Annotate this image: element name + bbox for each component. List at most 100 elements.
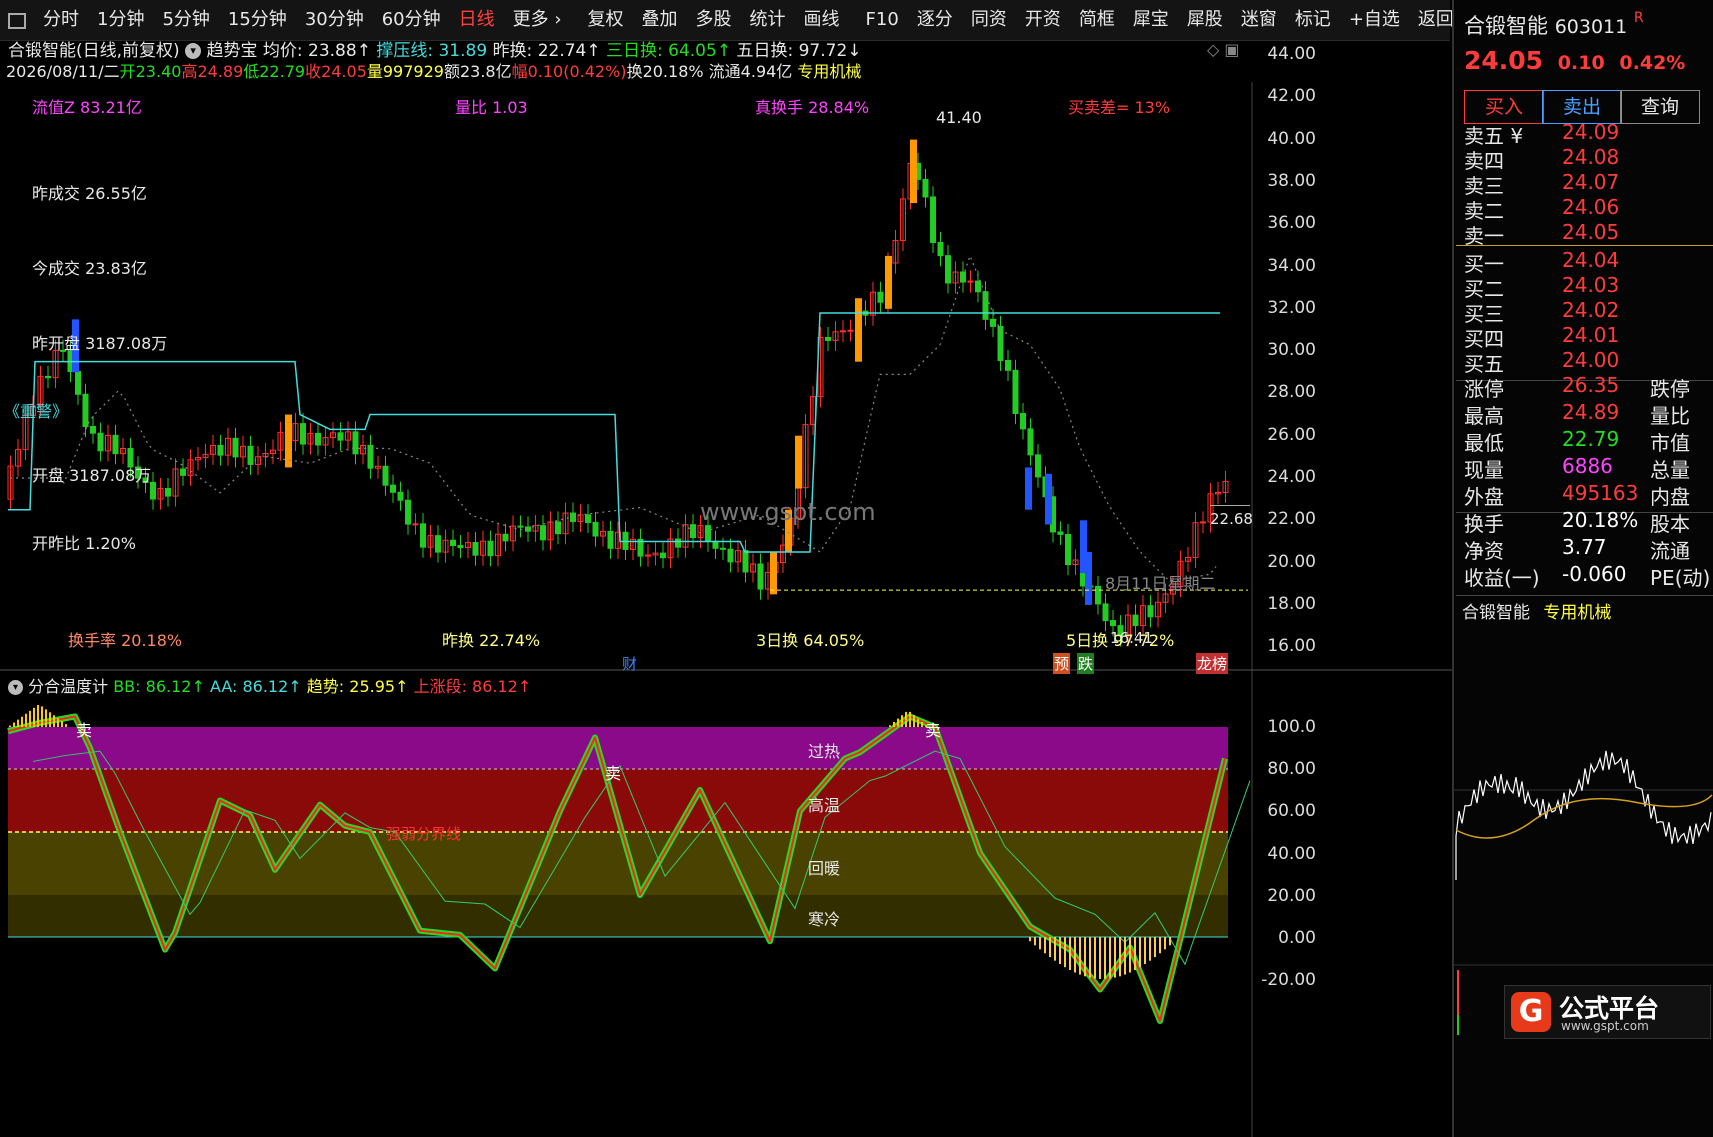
candle-body xyxy=(517,525,524,528)
signal-candle-orange xyxy=(285,414,292,468)
candle-body xyxy=(847,329,854,332)
high-price-marker: 41.40 xyxy=(936,108,982,127)
toolbar-item-21[interactable]: 标记 xyxy=(1286,0,1340,40)
bid-row[interactable]: 买五 24.00 xyxy=(1464,348,1709,376)
prev-volume-label: 昨成交 26.55亿 xyxy=(32,184,147,203)
low-price-marker: 16.41 xyxy=(1110,629,1153,647)
toolbar-item-2[interactable]: 5分钟 xyxy=(153,0,218,40)
toolbar-item-14[interactable]: 逐分 xyxy=(908,0,962,40)
ask-row[interactable]: 卖五 ¥24.09 xyxy=(1464,120,1709,148)
bar-turnover: 换20.18% xyxy=(626,62,704,81)
stat-row[interactable]: 涨停 26.35 跌停 xyxy=(1464,373,1709,401)
dragon-list-marker[interactable]: 龙榜 xyxy=(1196,653,1229,674)
candle-body xyxy=(1005,359,1011,371)
price-axis-label: 34.00 xyxy=(1267,255,1316,276)
toolbar-item-8[interactable]: 复权 xyxy=(579,0,633,40)
ask-row[interactable]: 卖四 24.08 xyxy=(1464,145,1709,173)
candle-body xyxy=(1057,531,1064,535)
stat2-row[interactable]: 收益(一) -0.060 PE(动) xyxy=(1464,562,1710,590)
candle-body xyxy=(382,465,389,486)
finance-marker[interactable]: 财 xyxy=(622,653,637,674)
candle-body xyxy=(232,437,239,458)
toolbar-item-3[interactable]: 15分钟 xyxy=(219,0,296,40)
date-marker: 8月11日星期二 xyxy=(1105,574,1216,593)
candle-body xyxy=(727,548,734,563)
query-button[interactable]: 查询 xyxy=(1620,90,1700,124)
candle-body xyxy=(712,540,719,549)
stat-row[interactable]: 外盘 495163 内盘 xyxy=(1464,481,1709,509)
bid-row[interactable]: 买一 24.04 xyxy=(1464,248,1709,276)
forecast-marker[interactable]: 预 xyxy=(1053,653,1071,674)
quote-price: 24.05 xyxy=(1464,46,1544,75)
toolbar-item-17[interactable]: 简框 xyxy=(1070,0,1124,40)
mini-price-line xyxy=(1455,750,1712,880)
toolbar-item-18[interactable]: 犀宝 xyxy=(1124,0,1178,40)
price-axis-label: 16.00 xyxy=(1267,636,1316,657)
candle-body xyxy=(840,330,846,333)
price-axis-label: 40.00 xyxy=(1267,128,1316,149)
sell-button[interactable]: 卖出 xyxy=(1542,90,1622,124)
toolbar-item-11[interactable]: 统计 xyxy=(741,0,795,40)
stat-row[interactable]: 现量 6886 总量 xyxy=(1464,454,1709,482)
toolbar-item-7[interactable]: 更多 › xyxy=(504,0,571,40)
row-label: 换手 xyxy=(1464,512,1504,536)
row-value: 20.18% xyxy=(1562,508,1639,532)
toolbar-item-9[interactable]: 叠加 xyxy=(633,0,687,40)
price-axis-label: 32.00 xyxy=(1267,297,1316,318)
candle-body xyxy=(660,552,666,559)
bid-row[interactable]: 买四 24.01 xyxy=(1464,323,1709,351)
bid-row[interactable]: 买三 24.02 xyxy=(1464,298,1709,326)
toolbar-item-22[interactable]: +自选 xyxy=(1340,0,1409,40)
real-turnover-label: 真换手 28.84% xyxy=(755,98,870,117)
today-volume-label: 今成交 23.83亿 xyxy=(32,259,147,278)
candle-body xyxy=(435,535,441,553)
candle-body xyxy=(165,488,171,497)
ask-row[interactable]: 卖一 24.05 xyxy=(1464,220,1709,248)
candle-body xyxy=(1020,413,1026,430)
toolbar-item-1[interactable]: 1分钟 xyxy=(88,0,153,40)
zone-cold xyxy=(8,895,1228,937)
candle-body xyxy=(45,375,51,379)
ask-row[interactable]: 卖二 24.06 xyxy=(1464,195,1709,223)
candle-body xyxy=(450,539,456,547)
mini-intraday-chart xyxy=(1454,750,1713,1035)
toolbar-menu-icon[interactable] xyxy=(0,0,34,40)
row-label: 最高 xyxy=(1464,404,1504,428)
bar-high: 高24.89 xyxy=(181,62,244,81)
drop-marker[interactable]: 跌 xyxy=(1077,653,1095,674)
row-value: 24.02 xyxy=(1562,298,1620,322)
candle-body xyxy=(75,370,81,395)
row-value: 24.00 xyxy=(1562,348,1620,372)
candle-body xyxy=(585,514,591,523)
ask-row[interactable]: 卖三 24.07 xyxy=(1464,170,1709,198)
bid-row[interactable]: 买二 24.03 xyxy=(1464,273,1709,301)
chart-option-icons[interactable]: ◇ ▣ xyxy=(1207,40,1240,59)
toolbar-item-5[interactable]: 60分钟 xyxy=(373,0,450,40)
toolbar-item-6[interactable]: 日线 xyxy=(450,0,504,40)
prev-open-label: 昨开盘 3187.08万 xyxy=(32,334,168,353)
candle-body xyxy=(705,525,711,542)
candle-body xyxy=(337,432,344,441)
toolbar-item-15[interactable]: 同资 xyxy=(962,0,1016,40)
toolbar-item-0[interactable]: 分时 xyxy=(34,0,88,40)
buy-button[interactable]: 买入 xyxy=(1464,90,1544,124)
toolbar-item-12[interactable]: 画线 xyxy=(795,0,849,40)
candle-body xyxy=(540,525,546,541)
collapse-icon[interactable]: ▾ xyxy=(185,43,202,59)
toolbar-item-16[interactable]: 开资 xyxy=(1016,0,1070,40)
stat-row[interactable]: 最高 24.89 量比 xyxy=(1464,400,1709,428)
indicator-collapse-icon[interactable]: ▾ xyxy=(8,680,23,695)
toolbar-item-4[interactable]: 30分钟 xyxy=(296,0,373,40)
toolbar-item-19[interactable]: 犀股 xyxy=(1178,0,1232,40)
row-label-2: 跌停 xyxy=(1650,377,1690,401)
stat2-row[interactable]: 换手 20.18% 股本 xyxy=(1464,508,1709,536)
stat2-row[interactable]: 净资 3.77 流通 xyxy=(1464,535,1709,563)
toolbar-item-13[interactable]: F10 xyxy=(857,0,908,40)
three-day-turnover-label: 3日换 64.05% xyxy=(756,631,865,650)
toolbar-item-10[interactable]: 多股 xyxy=(687,0,741,40)
candle-body xyxy=(1200,521,1206,524)
toolbar-item-20[interactable]: 迷窗 xyxy=(1232,0,1286,40)
stat-row[interactable]: 最低 22.79 市值 xyxy=(1464,427,1709,455)
candle-body xyxy=(82,393,89,428)
row-label: 净资 xyxy=(1464,539,1504,563)
